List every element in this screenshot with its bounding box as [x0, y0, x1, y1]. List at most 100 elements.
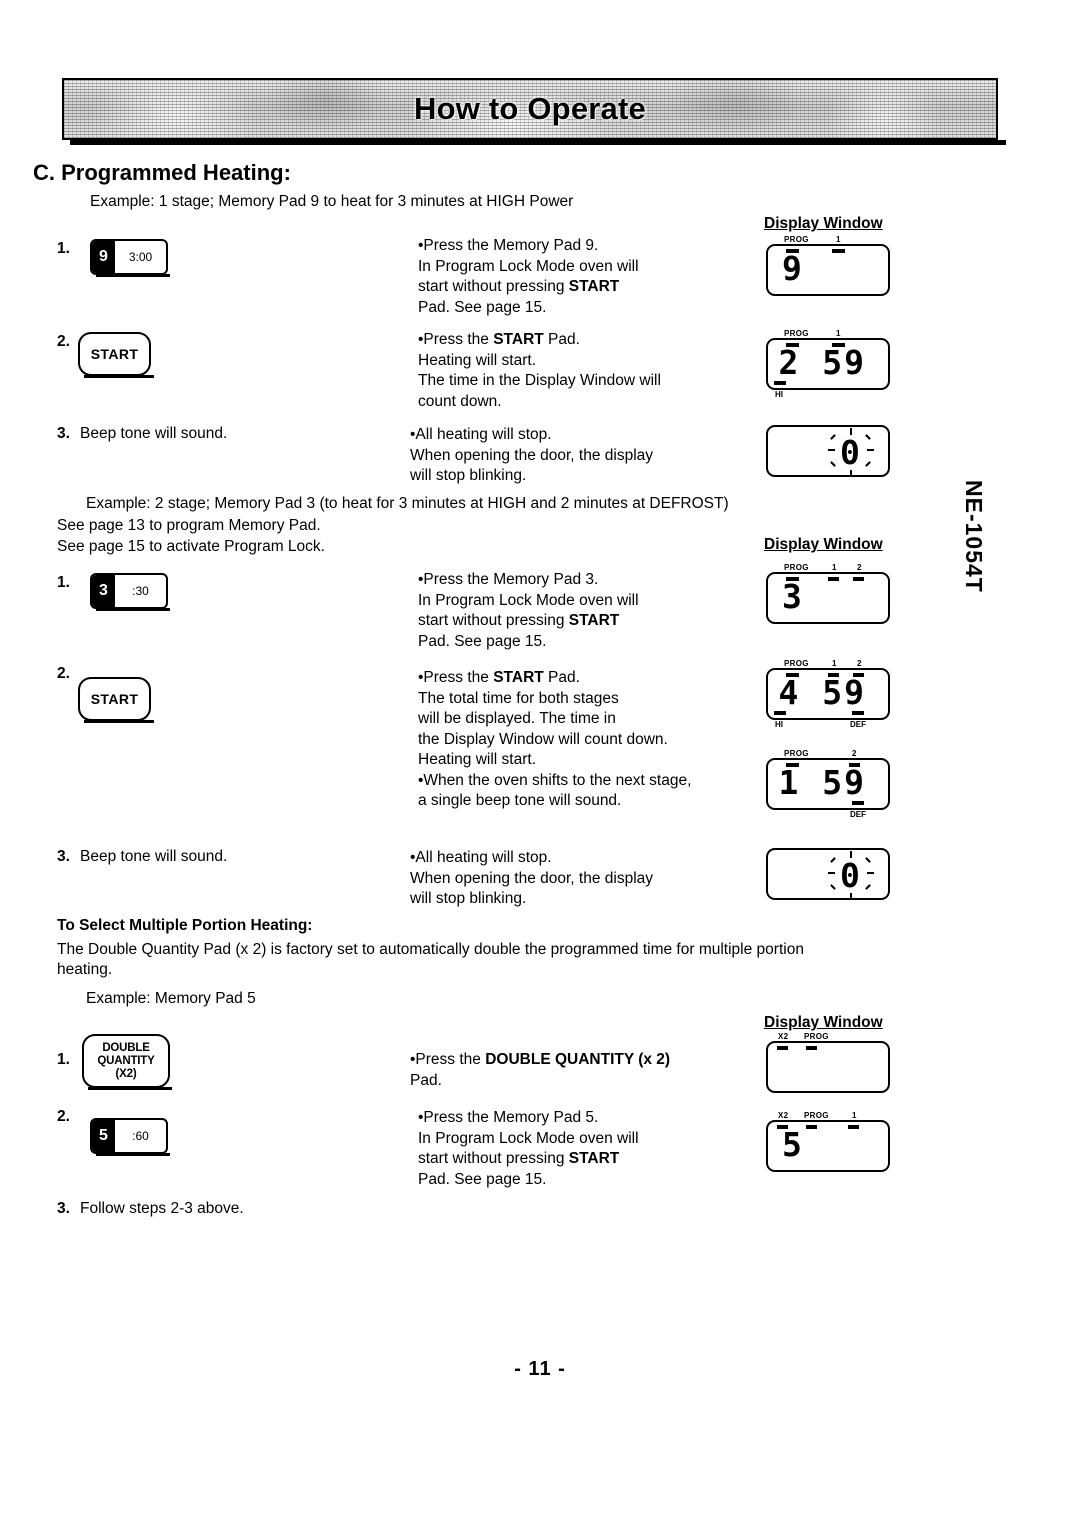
blink-ray — [865, 857, 871, 863]
dq-pad-line2: QUANTITY — [97, 1054, 155, 1067]
display-window-2-3: PROG 2 1 59 DEF — [766, 749, 890, 819]
display-window-label-1: Display Window — [764, 215, 883, 232]
indicator-bar-prog — [806, 1046, 817, 1050]
indicator-caption-stage1: 1 — [836, 329, 841, 338]
start-pad-1-shadow — [84, 375, 154, 378]
memory-pad-9[interactable]: 9 3:00 — [90, 239, 168, 275]
example1-step3-text: •All heating will stop. When opening the… — [410, 426, 654, 484]
blink-ray — [850, 470, 852, 477]
indicator-caption-prog: PROG — [784, 563, 809, 572]
multiple-portion-step3-label: Follow steps 2-3 above. — [80, 1200, 244, 1217]
example2-step1-text: •Press the Memory Pad 3. In Program Lock… — [418, 571, 639, 650]
example2-step2-text: •Press the START Pad. The total time for… — [418, 669, 692, 809]
example1-step3-label: Beep tone will sound. — [80, 425, 228, 442]
blinking-zero-digit: 0 — [840, 856, 860, 895]
multiple-portion-heading: To Select Multiple Portion Heating: — [57, 917, 313, 934]
document-page: How to Operate C. Programmed Heating: Ex… — [0, 0, 1080, 1527]
multiple-portion-step3-number: 3. — [57, 1200, 70, 1217]
start-pad-2-shadow — [84, 720, 154, 723]
blink-ray — [867, 449, 874, 451]
section-heading: C. Programmed Heating: — [33, 160, 291, 185]
indicator-caption-prog: PROG — [784, 749, 809, 758]
example2-step3-number: 3. — [57, 848, 70, 865]
memory-pad-time: 3:00 — [128, 250, 153, 264]
display-window-2-4: 0 — [766, 848, 890, 900]
indicator-caption-def: DEF — [850, 720, 866, 729]
indicator-caption-stage1: 1 — [832, 659, 837, 668]
display-digits: 3 — [782, 577, 804, 616]
dq-pad-line3: (X2) — [115, 1067, 137, 1080]
indicator-caption-stage1: 1 — [836, 235, 841, 244]
blink-ray — [828, 872, 835, 874]
blink-ray — [865, 884, 871, 890]
example2-note-1: See page 13 to program Memory Pad. — [57, 517, 321, 534]
blink-ray — [867, 872, 874, 874]
indicator-caption-prog: PROG — [804, 1111, 829, 1120]
memory-pad-5[interactable]: 5 :60 — [90, 1118, 168, 1154]
memory-pad-digit: 5 — [92, 1120, 115, 1152]
indicator-caption-stage2: 2 — [857, 659, 862, 668]
example2-caption: Example: 2 stage; Memory Pad 3 (to heat … — [86, 495, 729, 512]
display-window-2-1: PROG 1 2 3 — [766, 563, 890, 624]
example2-note-2: See page 15 to activate Program Lock. — [57, 538, 325, 555]
model-number-side-text: NE-1054T — [961, 480, 987, 593]
indicator-bar-def — [852, 711, 864, 715]
example2-step3-label: Beep tone will sound. — [80, 848, 228, 865]
example1-step2-number: 2. — [57, 333, 70, 350]
display-digits: 2 59 — [778, 343, 866, 382]
memory-pad-3[interactable]: 3 :30 — [90, 573, 168, 609]
blink-ray — [830, 884, 836, 890]
indicator-bar-def — [852, 801, 864, 805]
indicator-caption-x2: X2 — [778, 1032, 789, 1041]
start-pad-2[interactable]: START — [78, 677, 151, 721]
example1-step1-number: 1. — [57, 240, 70, 257]
memory-pad-digit: 9 — [92, 241, 115, 273]
display-window-label-2: Display Window — [764, 536, 883, 553]
indicator-caption-hi: HI — [775, 720, 783, 729]
display-window-2-2: PROG 1 2 4 59 HI DEF — [766, 659, 890, 729]
indicator-bar-hi — [774, 711, 786, 715]
indicator-caption-x2: X2 — [778, 1111, 789, 1120]
page-header-banner: How to Operate — [62, 78, 1006, 145]
page-number: - 11 - — [514, 1358, 566, 1380]
blink-ray — [828, 449, 835, 451]
multiple-portion-step1-number: 1. — [57, 1051, 70, 1068]
start-pad-1[interactable]: START — [78, 332, 151, 376]
dq-pad-line1: DOUBLE — [102, 1041, 150, 1054]
indicator-bar-hi — [774, 381, 786, 385]
display-digits: 5 — [782, 1125, 804, 1164]
memory-pad-time: :60 — [132, 1129, 149, 1143]
memory-pad-5-shadow — [96, 1153, 170, 1156]
indicator-caption-prog: PROG — [784, 659, 809, 668]
blink-ray — [850, 428, 852, 435]
indicator-caption-stage2: 2 — [857, 563, 862, 572]
indicator-caption-stage1: 1 — [832, 563, 837, 572]
display-window-label-3: Display Window — [764, 1014, 883, 1031]
blink-ray — [865, 461, 871, 467]
indicator-caption-stage2: 2 — [852, 749, 857, 758]
example1-step2-text: •Press the START Pad. Heating will start… — [418, 331, 661, 410]
multiple-portion-caption: Example: Memory Pad 5 — [86, 990, 256, 1007]
multiple-portion-step2-text: •Press the Memory Pad 5. In Program Lock… — [418, 1109, 639, 1188]
example1-step1-text: •Press the Memory Pad 9. In Program Lock… — [418, 237, 639, 316]
indicator-caption-stage1: 1 — [852, 1111, 857, 1120]
indicator-bar-x2 — [777, 1046, 788, 1050]
example2-step3-text: •All heating will stop. When opening the… — [410, 849, 654, 907]
example2-step1-number: 1. — [57, 574, 70, 591]
memory-pad-time: :30 — [132, 584, 149, 598]
blink-ray — [830, 857, 836, 863]
display-digits: 4 59 — [778, 673, 866, 712]
indicator-caption-hi: HI — [775, 390, 783, 399]
double-quantity-pad[interactable]: DOUBLE QUANTITY (X2) — [82, 1034, 170, 1088]
blink-ray — [830, 434, 836, 440]
blink-ray — [850, 851, 852, 858]
blink-ray — [830, 461, 836, 467]
indicator-caption-prog: PROG — [784, 329, 809, 338]
double-quantity-pad-shadow — [88, 1087, 172, 1090]
blink-ray — [850, 893, 852, 900]
memory-pad-digit: 3 — [92, 575, 115, 607]
display-digits: 9 — [782, 249, 804, 288]
display-window-3-1: X2 PROG — [766, 1032, 890, 1093]
indicator-caption-prog: PROG — [804, 1032, 829, 1041]
blinking-zero-digit: 0 — [840, 433, 860, 472]
